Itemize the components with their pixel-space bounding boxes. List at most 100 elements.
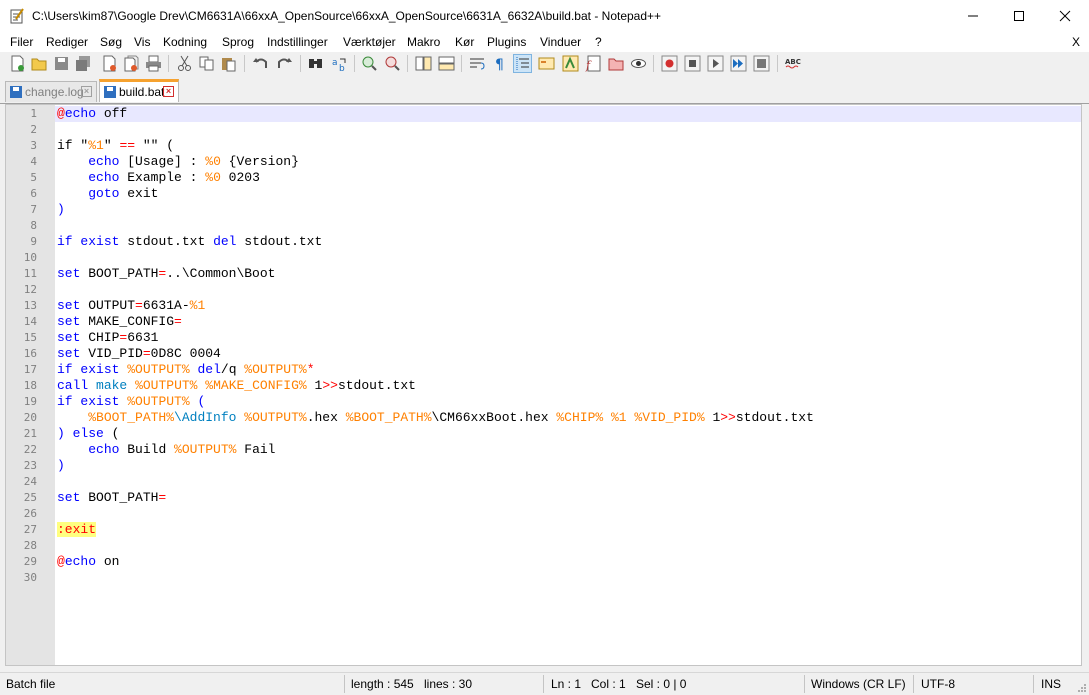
- code-line[interactable]: 30: [6, 570, 1081, 586]
- menu-rediger[interactable]: Rediger: [46, 35, 88, 49]
- code-line[interactable]: 8: [6, 218, 1081, 234]
- code-line[interactable]: 7): [6, 202, 1081, 218]
- folder-workspace-icon[interactable]: [608, 55, 625, 72]
- code-text: set VID_PID=0D8C 0004: [57, 346, 221, 361]
- code-line[interactable]: 20 %BOOT_PATH%\AddInfo %OUTPUT%.hex %BOO…: [6, 410, 1081, 426]
- code-line[interactable]: 14 set MAKE_CONFIG=: [6, 314, 1081, 330]
- tab-change-log[interactable]: change.log ×: [5, 81, 97, 102]
- code-line[interactable]: 10: [6, 250, 1081, 266]
- status-insert-mode: INS: [1041, 677, 1062, 691]
- resize-grip-icon[interactable]: [1077, 683, 1087, 693]
- record-macro-icon[interactable]: [661, 55, 678, 72]
- copy-icon[interactable]: [198, 55, 215, 72]
- minimize-button[interactable]: [950, 0, 996, 32]
- code-line[interactable]: 9 if exist stdout.txt del stdout.txt: [6, 234, 1081, 250]
- user-language-icon[interactable]: [538, 55, 555, 72]
- line-number: 23: [23, 459, 37, 472]
- code-line[interactable]: 15 set CHIP=6631: [6, 330, 1081, 346]
- print-icon[interactable]: [145, 55, 162, 72]
- zoom-in-icon[interactable]: [361, 55, 378, 72]
- menu-plugins[interactable]: Plugins: [487, 35, 526, 49]
- find-icon[interactable]: [307, 55, 324, 72]
- line-number: 1: [30, 107, 37, 120]
- sync-vertical-icon[interactable]: [415, 55, 432, 72]
- monitoring-icon[interactable]: [630, 55, 647, 72]
- code-line[interactable]: 13 set OUTPUT=6631A-%1: [6, 298, 1081, 314]
- code-line[interactable]: 27:exit: [6, 522, 1081, 538]
- show-all-chars-icon[interactable]: ¶: [492, 55, 509, 72]
- code-text: %BOOT_PATH%\AddInfo %OUTPUT%.hex %BOOT_P…: [88, 410, 814, 425]
- code-line[interactable]: 24: [6, 474, 1081, 490]
- code-line[interactable]: 22 echo Build %OUTPUT% Fail: [6, 442, 1081, 458]
- code-line[interactable]: 21) else (: [6, 426, 1081, 442]
- code-text: if exist stdout.txt del stdout.txt: [57, 234, 323, 249]
- menu-vis[interactable]: Vis: [134, 35, 150, 49]
- undo-icon[interactable]: [252, 55, 269, 72]
- code-line[interactable]: 25 set BOOT_PATH=: [6, 490, 1081, 506]
- stop-macro-icon[interactable]: [684, 55, 701, 72]
- cut-icon[interactable]: [176, 55, 193, 72]
- menu-vaerktoejer[interactable]: Værktøjer: [343, 35, 396, 49]
- code-line[interactable]: 12: [6, 282, 1081, 298]
- menu-help[interactable]: ?: [595, 35, 602, 49]
- menu-makro[interactable]: Makro: [407, 35, 440, 49]
- close-all-icon[interactable]: [123, 55, 140, 72]
- code-line[interactable]: 3 if "%1" == "" (: [6, 138, 1081, 154]
- line-number: 3: [30, 139, 37, 152]
- menu-soeg[interactable]: Søg: [100, 35, 122, 49]
- svg-text:¶: ¶: [495, 57, 504, 72]
- save-all-icon[interactable]: [75, 55, 92, 72]
- menu-koer[interactable]: Kør: [455, 35, 474, 49]
- code-line[interactable]: 19 if exist %OUTPUT% (: [6, 394, 1081, 410]
- close-document-button[interactable]: X: [1072, 35, 1080, 49]
- close-window-button[interactable]: [1042, 0, 1088, 32]
- word-wrap-icon[interactable]: [469, 55, 486, 72]
- maximize-button[interactable]: [996, 0, 1042, 32]
- code-line[interactable]: 28: [6, 538, 1081, 554]
- code-line[interactable]: 16 set VID_PID=0D8C 0004: [6, 346, 1081, 362]
- code-line[interactable]: 26: [6, 506, 1081, 522]
- menu-filer[interactable]: Filer: [10, 35, 33, 49]
- line-number: 16: [23, 347, 37, 360]
- run-macro-multiple-icon[interactable]: [730, 55, 747, 72]
- paste-icon[interactable]: [220, 55, 237, 72]
- tab-bar: change.log × build.bat ×: [0, 78, 1089, 104]
- play-macro-icon[interactable]: [707, 55, 724, 72]
- save-macro-icon[interactable]: [753, 55, 770, 72]
- sync-horizontal-icon[interactable]: [438, 55, 455, 72]
- editor[interactable]: 1 @echo off 2 3 if "%1" == "" (4 echo [Usage…: [5, 104, 1082, 666]
- code-line[interactable]: 6 goto exit: [6, 186, 1081, 202]
- tab-close-button[interactable]: ×: [81, 86, 92, 97]
- code-line[interactable]: 5 echo Example : %0 0203: [6, 170, 1081, 186]
- code-line[interactable]: 17 if exist %OUTPUT% del/q %OUTPUT%*: [6, 362, 1081, 378]
- code-text: ): [57, 458, 65, 473]
- code-line[interactable]: 1 @echo off: [6, 106, 1081, 122]
- redo-icon[interactable]: [276, 55, 293, 72]
- code-line[interactable]: 29 @echo on: [6, 554, 1081, 570]
- close-icon[interactable]: [101, 55, 118, 72]
- status-bar: Batch file length : 545 lines : 30 Ln : …: [0, 672, 1089, 695]
- menu-indstillinger[interactable]: Indstillinger: [267, 35, 328, 49]
- save-icon[interactable]: [53, 55, 70, 72]
- code-line[interactable]: 11 set BOOT_PATH=..\Common\Boot: [6, 266, 1081, 282]
- line-number: 5: [30, 171, 37, 184]
- document-map-icon[interactable]: [562, 55, 579, 72]
- tab-close-button[interactable]: ×: [163, 86, 174, 97]
- zoom-out-icon[interactable]: [384, 55, 401, 72]
- code-line[interactable]: 18 call make %OUTPUT% %MAKE_CONFIG% 1>>st…: [6, 378, 1081, 394]
- function-list-icon[interactable]: f: [585, 55, 602, 72]
- tab-build-bat[interactable]: build.bat ×: [99, 79, 179, 102]
- code-text: set MAKE_CONFIG=: [57, 314, 182, 329]
- menu-vinduer[interactable]: Vinduer: [540, 35, 581, 49]
- indent-guide-icon[interactable]: [513, 54, 532, 73]
- code-line[interactable]: 23): [6, 458, 1081, 474]
- open-file-icon[interactable]: [31, 55, 48, 72]
- new-file-icon[interactable]: [9, 55, 26, 72]
- menu-kodning[interactable]: Kodning: [163, 35, 207, 49]
- code-line[interactable]: 2: [6, 122, 1081, 138]
- code-line[interactable]: 4 echo [Usage] : %0 {Version}: [6, 154, 1081, 170]
- replace-icon[interactable]: ab: [331, 55, 348, 72]
- menu-sprog[interactable]: Sprog: [222, 35, 254, 49]
- line-number: 27: [23, 523, 37, 536]
- spell-check-icon[interactable]: ABC: [785, 55, 802, 72]
